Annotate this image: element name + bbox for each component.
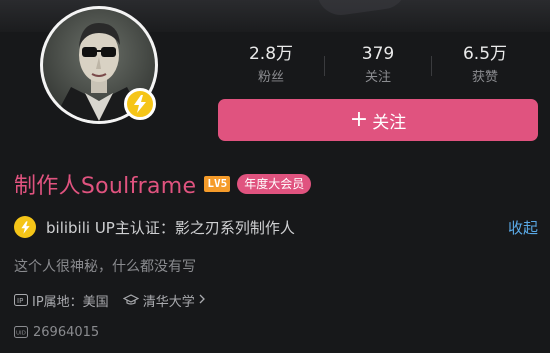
level-badge: LV5	[204, 176, 231, 192]
plus-icon: +	[349, 107, 369, 132]
stat-likes-value: 6.5万	[462, 44, 508, 64]
lightning-icon	[14, 216, 36, 238]
stat-fans[interactable]: 2.8万 粉丝	[218, 42, 324, 88]
stat-likes[interactable]: 6.5万 获赞	[432, 42, 538, 88]
verified-badge-icon	[124, 88, 156, 120]
verification-text: bilibili UP主认证：影之刃系列制作人	[46, 218, 295, 237]
verification-row: bilibili UP主认证：影之刃系列制作人 收起	[14, 214, 538, 240]
school-link[interactable]: 清华大学	[143, 291, 195, 310]
bio-text: 这个人很神秘，什么都没有写	[14, 259, 196, 275]
stat-following[interactable]: 379 关注	[325, 42, 431, 88]
banner-decoration	[316, 0, 410, 19]
stat-following-value: 379	[361, 44, 395, 64]
stat-likes-label: 获赞	[471, 70, 498, 85]
follow-button-label: 关注	[372, 112, 407, 133]
follow-button[interactable]: + 关注	[218, 99, 538, 141]
stats-bar: 2.8万 粉丝 379 关注 6.5万 获赞	[218, 42, 538, 92]
collapse-link[interactable]: 收起	[508, 217, 538, 238]
graduation-cap-icon	[122, 294, 139, 306]
name-row: 制作人Soulframe LV5 年度大会员	[14, 166, 312, 202]
vip-badge[interactable]: 年度大会员	[237, 174, 312, 194]
uid-row: UID 26964015	[14, 322, 99, 342]
svg-text:IP: IP	[17, 297, 23, 305]
svg-text:UID: UID	[16, 331, 26, 337]
username: 制作人Soulframe	[14, 174, 197, 199]
meta-row: IP IP属地：美国 清华大学	[14, 290, 206, 310]
chevron-right-icon	[199, 293, 206, 308]
uid-value[interactable]: 26964015	[33, 325, 99, 340]
stat-following-label: 关注	[364, 70, 391, 85]
stat-fans-value: 2.8万	[248, 44, 294, 64]
stat-fans-label: 粉丝	[257, 70, 284, 85]
uid-icon: UID	[14, 326, 28, 338]
ip-location: IP属地：美国	[32, 294, 109, 310]
ip-icon: IP	[14, 294, 28, 306]
